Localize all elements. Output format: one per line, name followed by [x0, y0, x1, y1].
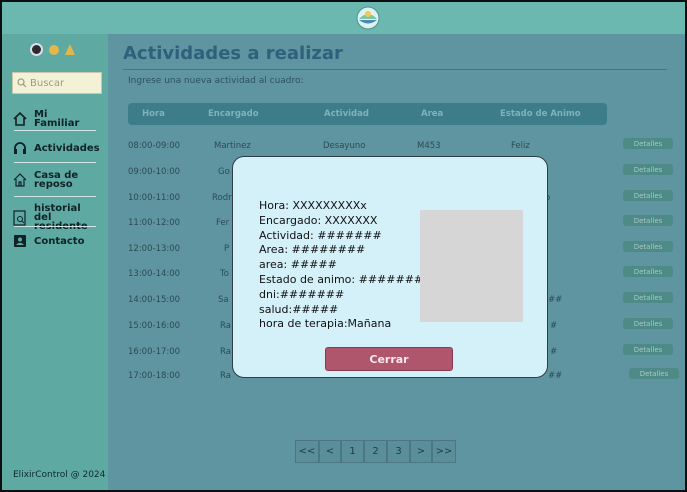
next-page-button[interactable]: > — [410, 440, 432, 463]
search-icon — [17, 78, 27, 88]
detail-area: Area: ######## — [259, 243, 366, 257]
cell-encargado: Ra — [220, 347, 231, 357]
cell-estado: ## — [548, 295, 563, 305]
document-search-icon — [12, 209, 28, 226]
activity-details-modal: Hora: XXXXXXXXXx Encargado: XXXXXXX Acti… — [232, 156, 548, 378]
details-button[interactable]: Detalles — [623, 241, 673, 252]
sidebar-item-mi-familiar[interactable]: Mi Familiar — [12, 109, 96, 129]
close-button[interactable]: Cerrar — [325, 347, 453, 371]
sidebar-item-contacto[interactable]: Contacto — [12, 233, 96, 249]
top-bar — [2, 2, 685, 34]
details-button[interactable]: Detalles — [623, 138, 673, 149]
divider — [14, 130, 96, 131]
table-header: Hora Encargado Actividad Area Estado de … — [128, 103, 607, 125]
avatar[interactable] — [30, 43, 43, 56]
cell-estado: Feliz — [511, 141, 530, 151]
details-button[interactable]: Detalles — [623, 190, 673, 201]
column-header-area: Area — [421, 109, 444, 119]
cell-encargado: Martinez — [214, 141, 251, 151]
details-button[interactable]: Detalles — [629, 368, 679, 379]
sidebar-status-icons — [30, 43, 75, 56]
column-header-hora: Hora — [142, 109, 165, 119]
cell-estado: # — [550, 347, 558, 357]
page-3-button[interactable]: 3 — [387, 440, 410, 463]
details-button[interactable]: Detalles — [623, 164, 673, 175]
search-placeholder: Buscar — [30, 77, 65, 89]
cell-hora: 12:00-13:00 — [128, 244, 181, 254]
table-row[interactable]: 08:00-09:00 Martinez Desayuno M453 Feliz… — [128, 138, 673, 155]
prev-page-button[interactable]: < — [319, 440, 341, 463]
divider — [14, 226, 96, 227]
detail-area-secondary: area: ##### — [259, 258, 337, 272]
details-button[interactable]: Detalles — [623, 318, 673, 329]
cell-encargado: P — [224, 244, 230, 254]
cell-area: M453 — [417, 141, 441, 151]
cell-hora: 11:00-12:00 — [128, 218, 181, 228]
cell-encargado: Fer — [216, 218, 230, 228]
sidebar: Buscar Mi Familiar Actividades Casa de r… — [2, 34, 108, 490]
cell-encargado: Rodr — [212, 193, 232, 203]
home-icon — [12, 111, 28, 127]
cell-encargado: To — [220, 269, 229, 279]
details-button[interactable]: Detalles — [623, 292, 673, 303]
first-page-button[interactable]: << — [295, 440, 319, 463]
cell-actividad: Desayuno — [323, 141, 366, 151]
cell-encargado: Ra — [220, 371, 231, 381]
cell-hora: 15:00-16:00 — [128, 321, 181, 331]
cell-hora: 17:00-18:00 — [128, 371, 181, 381]
page-subtitle: Ingrese una nueva actividad al cuadro: — [128, 76, 304, 86]
detail-hora-de-terapia: hora de terapia:Mañana — [259, 317, 392, 331]
column-header-estado-de-animo: Estado de Animo — [500, 109, 581, 119]
cell-hora: 08:00-09:00 — [128, 141, 181, 151]
bell-icon[interactable] — [65, 44, 75, 55]
cell-hora: 14:00-15:00 — [128, 295, 181, 305]
detail-encargado: Encargado: XXXXXXX — [259, 213, 378, 227]
contact-card-icon — [12, 233, 28, 249]
settings-icon[interactable] — [49, 44, 59, 55]
details-button[interactable]: Detalles — [623, 344, 673, 355]
details-button[interactable]: Detalles — [623, 215, 673, 226]
cell-hora: 10:00-11:00 — [128, 193, 181, 203]
page-title: Actividades a realizar — [123, 43, 343, 64]
detail-salud: salud:##### — [259, 302, 339, 316]
detail-dni: dni:####### — [259, 287, 345, 301]
divider — [14, 162, 96, 163]
sidebar-item-actividades[interactable]: Actividades — [12, 140, 100, 156]
cell-hora: 16:00-17:00 — [128, 347, 181, 357]
column-header-actividad: Actividad — [324, 109, 369, 119]
last-page-button[interactable]: >> — [432, 440, 456, 463]
detail-estado-de-animo: Estado de animo: ####### — [259, 272, 424, 286]
sidebar-item-label: Casa de reposo — [34, 170, 79, 190]
page-1-button[interactable]: 1 — [341, 440, 364, 463]
headset-icon — [12, 140, 28, 156]
cell-estado: # — [550, 321, 558, 331]
activity-details: Hora: XXXXXXXXXx Encargado: XXXXXXX Acti… — [259, 199, 423, 332]
cell-encargado: Sa — [218, 295, 229, 305]
divider — [14, 196, 96, 197]
search-input[interactable]: Buscar — [12, 72, 102, 94]
details-button[interactable]: Detalles — [623, 266, 673, 277]
detail-actividad: Actividad: ####### — [259, 228, 382, 242]
cell-hora: 09:00-10:00 — [128, 167, 181, 177]
sidebar-item-casa-de-reposo[interactable]: Casa de reposo — [12, 170, 96, 190]
footer-copyright: ElixirControl @ 2024 — [13, 470, 106, 480]
app-frame: Buscar Mi Familiar Actividades Casa de r… — [0, 0, 687, 492]
house-icon — [12, 172, 28, 188]
page-2-button[interactable]: 2 — [364, 440, 387, 463]
divider — [123, 69, 667, 70]
sidebar-item-label: Mi Familiar — [34, 109, 80, 129]
column-header-encargado: Encargado — [208, 109, 259, 119]
resident-photo-placeholder — [420, 210, 523, 322]
detail-hora: Hora: XXXXXXXXXx — [259, 199, 367, 212]
sidebar-item-label: Contacto — [34, 235, 85, 247]
cell-encargado: Ra — [220, 321, 231, 331]
cell-estado: ## — [548, 371, 563, 381]
cell-encargado: Go — [218, 167, 230, 177]
pagination: << < 1 2 3 > >> — [295, 440, 456, 463]
sidebar-item-label: Actividades — [34, 142, 100, 154]
cell-hora: 13:00-14:00 — [128, 269, 181, 279]
app-logo-icon[interactable] — [354, 5, 382, 31]
